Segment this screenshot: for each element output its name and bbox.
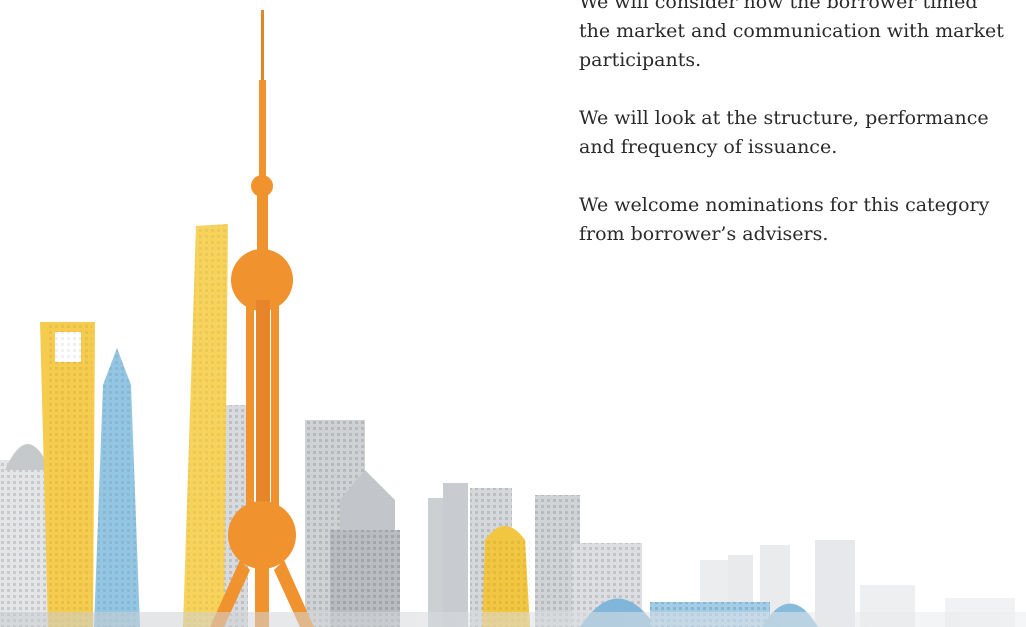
description-text-block: We will consider how the borrower timed …	[579, 0, 1009, 278]
paragraph-nominations: We welcome nominations for this category…	[579, 194, 990, 245]
paragraph-structure: We will look at the structure, performan…	[579, 107, 989, 158]
ground-strip	[0, 612, 1026, 627]
paragraph-market-timing: We will consider how the borrower timed …	[579, 0, 1004, 71]
